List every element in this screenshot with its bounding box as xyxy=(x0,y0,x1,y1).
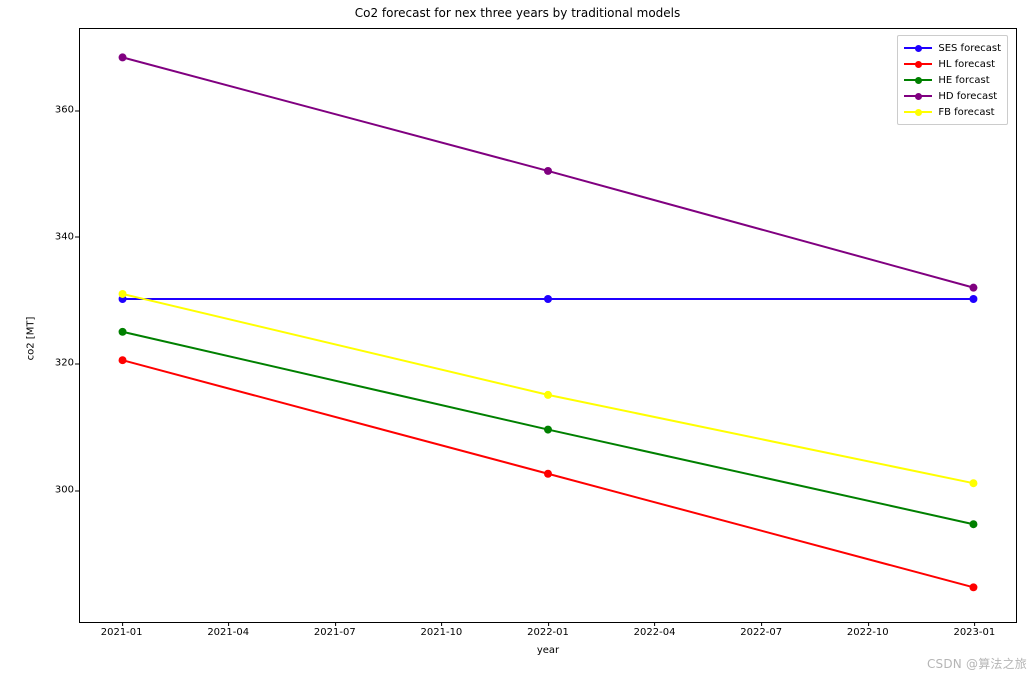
series-point xyxy=(969,295,977,303)
series-point xyxy=(969,583,977,591)
chart-title: Co2 forecast for nex three years by trad… xyxy=(0,6,1035,20)
series-point xyxy=(119,53,127,61)
series-point xyxy=(544,167,552,175)
series-point xyxy=(544,426,552,434)
series-point xyxy=(119,356,127,364)
legend-label: HE forcast xyxy=(938,75,989,86)
series-point xyxy=(544,391,552,399)
legend-swatch xyxy=(904,45,932,52)
chart-figure: Co2 forecast for nex three years by trad… xyxy=(0,0,1035,676)
y-tick: 360 xyxy=(34,105,74,116)
legend-label: HD forecast xyxy=(938,91,997,102)
plot-svg xyxy=(80,29,1016,622)
series-line xyxy=(123,294,974,483)
legend-item: FB forecast xyxy=(904,104,1001,120)
legend-swatch xyxy=(904,77,932,84)
series-point xyxy=(119,328,127,336)
series-point xyxy=(119,290,127,298)
x-tick: 2022-04 xyxy=(634,627,676,638)
legend-swatch xyxy=(904,61,932,68)
plot-area: SES forecast HL forecast HE forcast HD fore… xyxy=(79,28,1017,623)
legend-item: HL forecast xyxy=(904,56,1001,72)
series-point xyxy=(969,479,977,487)
y-axis-label: co2 [MT] xyxy=(24,0,38,676)
x-tick: 2021-01 xyxy=(101,627,143,638)
legend-item: SES forecast xyxy=(904,40,1001,56)
watermark: CSDN @算法之旅 xyxy=(927,655,1027,672)
series-point xyxy=(544,295,552,303)
y-tick: 300 xyxy=(34,485,74,496)
x-tick: 2022-07 xyxy=(740,627,782,638)
legend: SES forecast HL forecast HE forcast HD fore… xyxy=(897,35,1008,125)
series-point xyxy=(969,284,977,292)
y-tick: 320 xyxy=(34,358,74,369)
legend-swatch xyxy=(904,109,932,116)
x-tick: 2022-01 xyxy=(527,627,569,638)
legend-swatch xyxy=(904,93,932,100)
y-tick: 340 xyxy=(34,231,74,242)
legend-label: HL forecast xyxy=(938,59,995,70)
x-axis-label: year xyxy=(79,645,1017,656)
x-tick: 2021-04 xyxy=(207,627,249,638)
series-point xyxy=(544,470,552,478)
x-tick: 2022-10 xyxy=(847,627,889,638)
legend-label: FB forecast xyxy=(938,107,994,118)
legend-item: HE forcast xyxy=(904,72,1001,88)
legend-item: HD forecast xyxy=(904,88,1001,104)
x-tick: 2021-10 xyxy=(421,627,463,638)
x-tick: 2023-01 xyxy=(953,627,995,638)
x-tick: 2021-07 xyxy=(314,627,356,638)
series-point xyxy=(969,520,977,528)
legend-label: SES forecast xyxy=(938,43,1001,54)
